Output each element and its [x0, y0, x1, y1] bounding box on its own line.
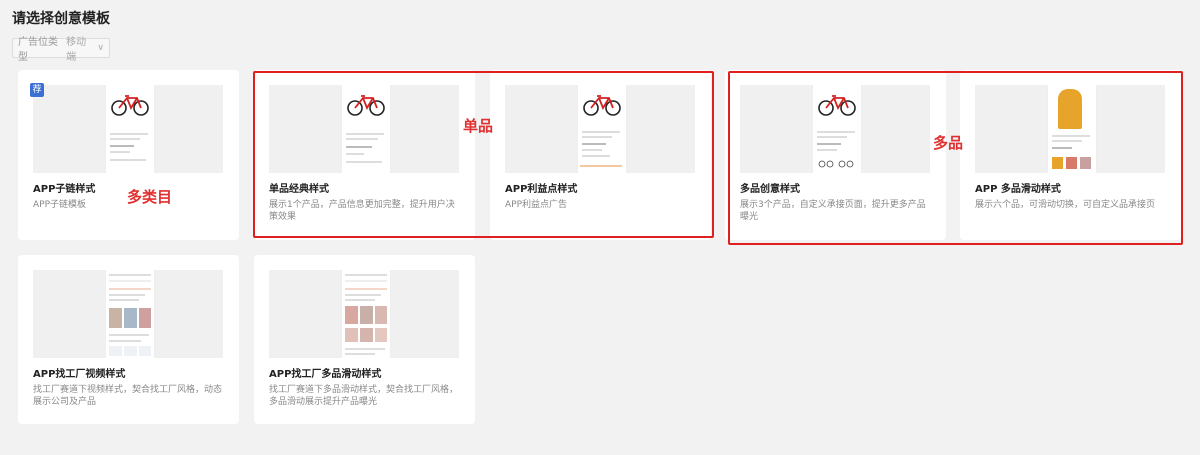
ad-slot-type-select[interactable]: 广告位类型 移动端 ∨ [12, 37, 110, 63]
bicycle-icon [818, 160, 854, 168]
annotation-multi-category: 多类目 [127, 188, 173, 206]
filter-value: 移动端 [66, 37, 87, 63]
template-card-factory-multi-slide[interactable]: APP找工厂多品滑动样式 找工厂赛道下多品滑动样式，契合找工厂风格，多品滑动展示… [254, 255, 475, 424]
page-title: 请选择创意模板 [12, 11, 110, 27]
template-preview [740, 85, 930, 173]
template-card-app-sublink[interactable]: 荐 APP子链样式 APP子链模板 [18, 70, 239, 240]
phone-preview [812, 85, 862, 173]
bicycle-icon [347, 95, 385, 116]
template-preview [505, 85, 695, 173]
chevron-down-icon: ∨ [97, 43, 104, 53]
card-title: APP子链样式 [33, 184, 96, 195]
template-card-multi-creative[interactable]: 多品创意样式 展示3个产品，自定义承接页面，提升更多产品曝光 [725, 70, 946, 240]
recommend-badge: 荐 [30, 83, 44, 97]
card-description: 展示3个产品，自定义承接页面，提升更多产品曝光 [740, 200, 926, 222]
card-title: APP 多品滑动样式 [975, 184, 1061, 195]
card-title: 单品经典样式 [269, 184, 329, 195]
annotation-multi: 多品 [933, 134, 964, 152]
template-card-single-classic[interactable]: 单品经典样式 展示1个产品，产品信息更加完整，提升用户决策效果 [254, 70, 475, 240]
template-card-factory-video[interactable]: APP找工厂视频样式 找工厂赛道下视频样式，契合找工厂风格，动态展示公司及产品 [18, 255, 239, 424]
phone-preview [105, 270, 155, 358]
template-card-app-benefit[interactable]: APP利益点样式 APP利益点广告 [490, 70, 711, 240]
card-description: 展示六个品，可滑动切换，可自定义品承接页 [975, 200, 1156, 210]
card-description: APP利益点广告 [505, 200, 568, 210]
card-description: 找工厂赛道下多品滑动样式，契合找工厂风格，多品滑动展示提升产品曝光 [269, 385, 459, 407]
phone-preview [341, 85, 391, 173]
template-preview [33, 85, 223, 173]
phone-preview [1047, 85, 1097, 173]
filter-label: 广告位类型 [18, 37, 58, 63]
card-title: APP利益点样式 [505, 184, 578, 195]
card-title: 多品创意样式 [740, 184, 800, 195]
template-preview [269, 270, 459, 358]
dress-icon [1058, 89, 1082, 129]
card-description: 找工厂赛道下视频样式，契合找工厂风格，动态展示公司及产品 [33, 385, 223, 407]
phone-preview [577, 85, 627, 173]
bicycle-icon [818, 95, 856, 116]
template-preview [269, 85, 459, 173]
card-title: APP找工厂多品滑动样式 [269, 369, 382, 380]
bicycle-icon [583, 95, 621, 116]
template-preview [975, 85, 1165, 173]
phone-preview [341, 270, 391, 358]
bicycle-icon [111, 95, 149, 116]
template-card-app-multi-slide[interactable]: APP 多品滑动样式 展示六个品，可滑动切换，可自定义品承接页 [960, 70, 1181, 240]
card-description: 展示1个产品，产品信息更加完整，提升用户决策效果 [269, 200, 455, 222]
phone-preview [105, 85, 155, 173]
template-preview [33, 270, 223, 358]
annotation-single: 单品 [463, 117, 494, 135]
card-title: APP找工厂视频样式 [33, 369, 126, 380]
